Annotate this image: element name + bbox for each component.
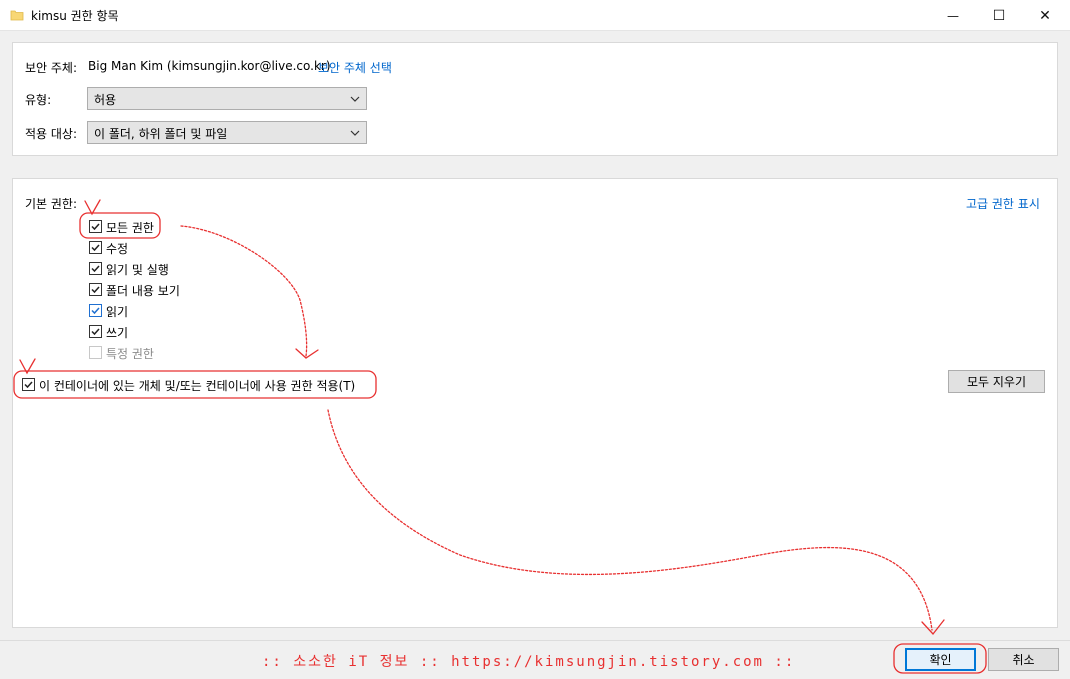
type-dropdown-value: 허용: [94, 93, 117, 107]
check-icon: [24, 381, 33, 389]
full-control-checkbox[interactable]: [89, 220, 102, 233]
maximize-icon: ☐: [992, 7, 1006, 24]
close-icon: ✕: [1039, 7, 1051, 24]
cancel-button[interactable]: 취소: [988, 648, 1059, 671]
type-label: 유형:: [25, 93, 52, 107]
apply-to-container-checkbox[interactable]: [22, 378, 35, 391]
list-folder-checkbox[interactable]: [89, 283, 102, 296]
check-icon: [91, 286, 100, 294]
watermark-text: :: 소소한 iT 정보 :: https://kimsungjin.tisto…: [262, 654, 796, 670]
close-button[interactable]: ✕: [1022, 0, 1068, 31]
check-icon: [91, 328, 100, 336]
modify-checkbox[interactable]: [89, 241, 102, 254]
check-icon: [91, 223, 100, 231]
special-permissions-checkbox: [89, 346, 102, 359]
write-label: 쓰기: [106, 326, 129, 340]
maximize-button[interactable]: ☐: [976, 0, 1022, 31]
applies-to-dropdown[interactable]: 이 폴더, 하위 폴더 및 파일: [87, 121, 367, 144]
window-title: kimsu 권한 항목: [31, 9, 119, 23]
special-permissions-label: 특정 권한: [106, 347, 154, 361]
minimize-button[interactable]: —: [930, 0, 976, 31]
chevron-down-icon: [350, 96, 360, 102]
minimize-icon: —: [947, 8, 959, 23]
full-control-label: 모든 권한: [106, 221, 154, 235]
applies-to-dropdown-value: 이 폴더, 하위 폴더 및 파일: [94, 127, 228, 141]
type-dropdown[interactable]: 허용: [87, 87, 367, 110]
footer-divider: [0, 640, 1070, 641]
ok-button[interactable]: 확인: [905, 648, 976, 671]
read-execute-label: 읽기 및 실행: [106, 263, 169, 277]
principal-value: Big Man Kim (kimsungjin.kor@live.co.kr): [88, 59, 331, 73]
modify-label: 수정: [106, 242, 129, 256]
folder-icon: [10, 10, 24, 21]
clear-all-button[interactable]: 모두 지우기: [948, 370, 1045, 393]
write-checkbox[interactable]: [89, 325, 102, 338]
permissions-group: [12, 178, 1058, 628]
read-label: 읽기: [106, 305, 129, 319]
title-bar: kimsu 권한 항목 — ☐ ✕: [0, 0, 1070, 31]
check-icon: [91, 244, 100, 252]
applies-to-label: 적용 대상:: [25, 127, 78, 141]
list-folder-label: 폴더 내용 보기: [106, 284, 180, 298]
read-checkbox[interactable]: [89, 304, 102, 317]
chevron-down-icon: [350, 130, 360, 136]
principal-label: 보안 주체:: [25, 61, 78, 75]
select-principal-link[interactable]: 보안 주체 선택: [318, 59, 392, 76]
check-icon: [91, 307, 100, 315]
check-icon: [91, 265, 100, 273]
apply-to-container-label: 이 컨테이너에 있는 개체 및/또는 컨테이너에 사용 권한 적용(T): [39, 379, 356, 393]
read-execute-checkbox[interactable]: [89, 262, 102, 275]
show-advanced-permissions-link[interactable]: 고급 권한 표시: [966, 195, 1040, 212]
basic-permissions-label: 기본 권한:: [25, 197, 78, 211]
